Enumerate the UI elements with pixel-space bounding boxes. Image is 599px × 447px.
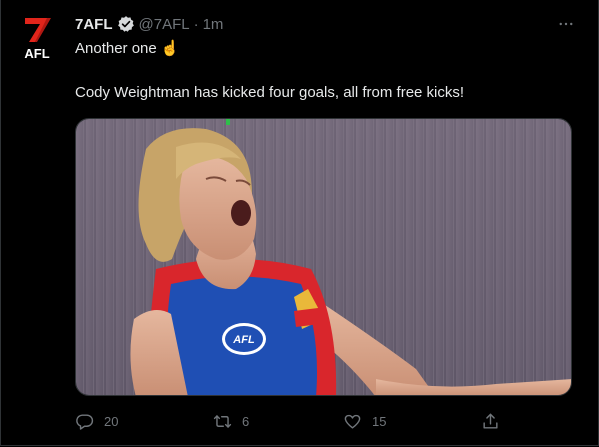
- more-icon[interactable]: [556, 14, 576, 34]
- share-icon: [483, 413, 498, 429]
- reply-count: 20: [104, 413, 119, 429]
- tweet-actions: 20 6 15: [75, 406, 505, 436]
- retweet-button[interactable]: 6: [213, 412, 249, 431]
- player-photo: AFL: [76, 119, 571, 395]
- author-name[interactable]: 7AFL: [75, 16, 113, 33]
- share-button[interactable]: [481, 412, 500, 431]
- heart-icon: [344, 414, 361, 429]
- tweet-time[interactable]: 1m: [203, 16, 224, 33]
- retweet-count: 6: [242, 413, 250, 429]
- reply-button[interactable]: 20: [75, 412, 118, 431]
- verified-badge-icon: [117, 15, 135, 33]
- jersey-logo-text: AFL: [232, 334, 255, 346]
- like-count: 15: [372, 413, 387, 429]
- pointing-up-emoji: ☝️: [160, 40, 180, 57]
- reply-icon: [76, 413, 94, 430]
- avatar[interactable]: AFL: [17, 14, 57, 62]
- logo-text: AFL: [24, 46, 49, 61]
- retweet-icon: [213, 414, 232, 428]
- 7afl-logo: AFL: [24, 18, 51, 61]
- like-button[interactable]: 15: [343, 412, 386, 431]
- tweet-header: 7AFL @7AFL · 1m: [75, 14, 223, 34]
- tweet-text-line-2: Cody Weightman has kicked four goals, al…: [75, 84, 465, 101]
- tweet-media-image[interactable]: AFL: [75, 118, 572, 396]
- tweet-text-1: Another one: [75, 40, 157, 57]
- author-handle[interactable]: @7AFL: [139, 16, 190, 33]
- tweet-card: AFL 7AFL @7AFL · 1m Another one ☝️ Cody W…: [0, 0, 599, 446]
- tweet-text-line-1: Another one ☝️: [75, 39, 179, 59]
- separator-dot: ·: [193, 15, 199, 33]
